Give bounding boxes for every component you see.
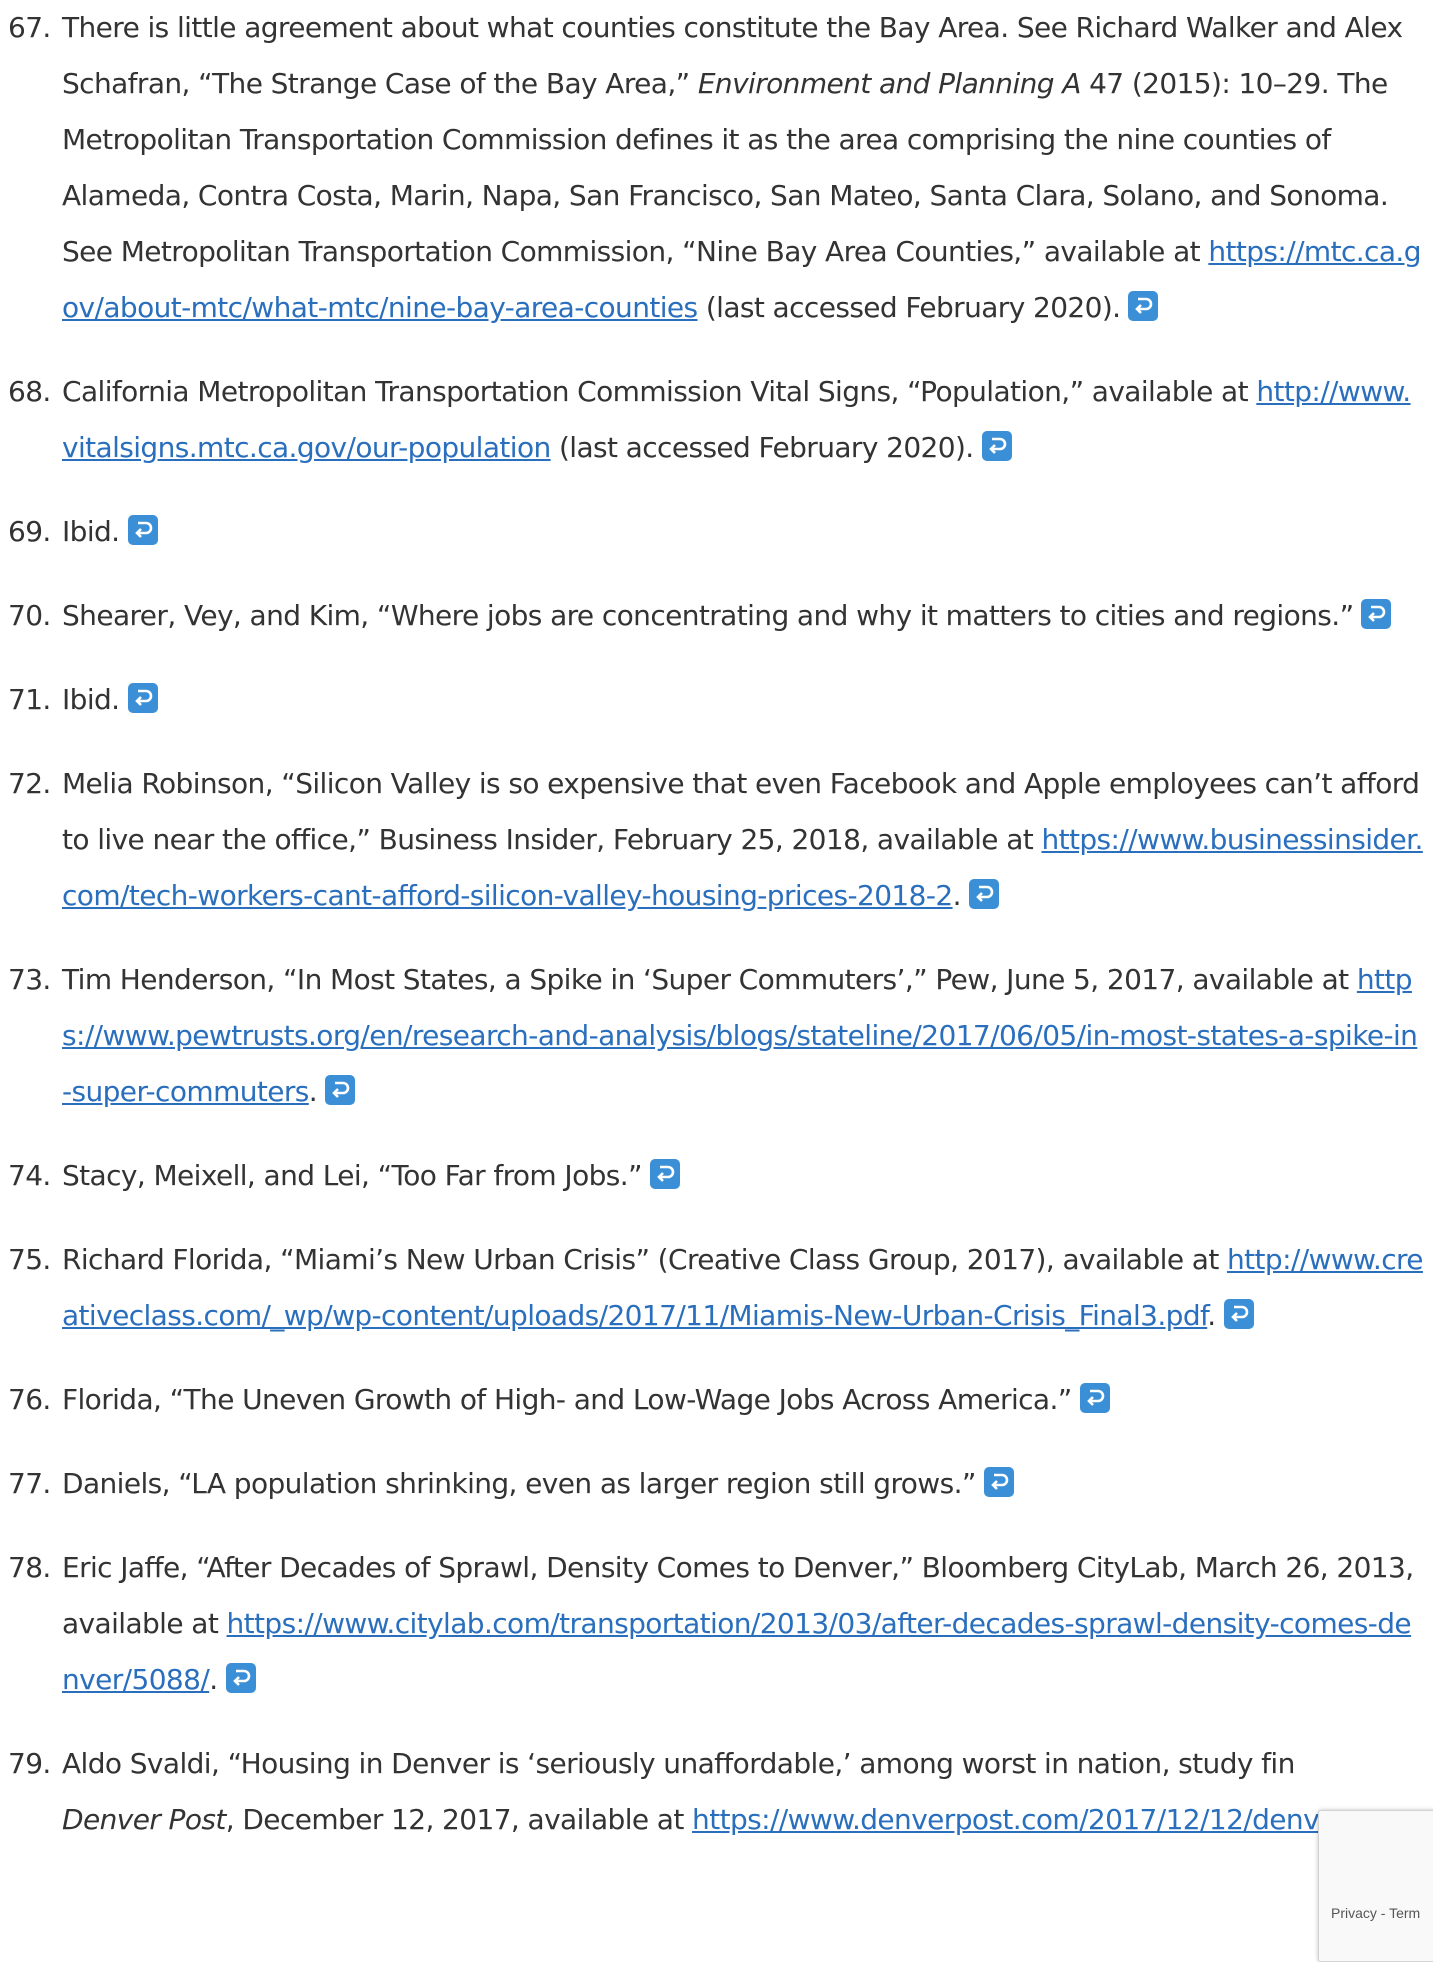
endnote-70: 70. Shearer, Vey, and Kim, “Where jobs ar…: [0, 588, 1433, 644]
endnote-number: 75.: [8, 1243, 51, 1276]
return-arrow-icon[interactable]: [127, 515, 158, 545]
endnote-text: .: [1207, 1299, 1216, 1332]
endnote-text: Shearer, Vey, and Kim, “Where jobs are c…: [62, 599, 1354, 632]
endnotes-list: 67. There is little agreement about what …: [0, 0, 1433, 1876]
endnote-link[interactable]: https://www.citylab.com/transportation/2…: [62, 1607, 1412, 1696]
endnote-text: Ibid.: [62, 683, 120, 716]
endnote-text: (last accessed February 2020).: [697, 291, 1121, 324]
endnote-75: 75. Richard Florida, “Miami’s New Urban C…: [0, 1232, 1433, 1344]
endnote-text: .: [209, 1663, 218, 1696]
return-arrow-icon[interactable]: [1128, 291, 1159, 321]
recaptcha-badge[interactable]: Privacy - Term: [1318, 1810, 1433, 1962]
endnote-71: 71. Ibid.: [0, 672, 1433, 728]
endnote-number: 68.: [8, 375, 51, 408]
endnote-number: 67.: [8, 11, 51, 44]
endnote-77: 77. Daniels, “LA population shrinking, ev…: [0, 1456, 1433, 1512]
endnote-link[interactable]: https://www.denverpost.com/2017/12/12/de…: [692, 1803, 1355, 1836]
endnote-number: 69.: [8, 515, 51, 548]
endnote-number: 72.: [8, 767, 51, 800]
endnote-text: .: [308, 1075, 318, 1108]
return-arrow-icon[interactable]: [1361, 599, 1392, 629]
endnote-text: Aldo Svaldi, “Housing in Denver is ‘seri…: [62, 1747, 1295, 1780]
endnote-text: .: [952, 879, 962, 912]
endnote-text: Ibid.: [62, 515, 120, 548]
return-arrow-icon[interactable]: [983, 1467, 1014, 1497]
return-arrow-icon[interactable]: [1079, 1383, 1110, 1413]
endnote-67: 67. There is little agreement about what …: [0, 0, 1433, 336]
endnote-72: 72. Melia Robinson, “Silicon Valley is so…: [0, 756, 1433, 924]
endnote-73: 73. Tim Henderson, “In Most States, a Spi…: [0, 952, 1433, 1120]
recaptcha-privacy-terms-links[interactable]: Privacy - Term: [1331, 1905, 1420, 1921]
endnote-68: 68. California Metropolitan Transportatio…: [0, 364, 1433, 476]
endnote-number: 73.: [8, 963, 51, 996]
return-arrow-icon[interactable]: [649, 1159, 680, 1189]
endnote-76: 76. Florida, “The Uneven Growth of High- …: [0, 1372, 1433, 1428]
endnote-text: California Metropolitan Transportation C…: [62, 375, 1257, 408]
return-arrow-icon[interactable]: [325, 1075, 356, 1105]
return-arrow-icon[interactable]: [1223, 1299, 1254, 1329]
endnote-text: Tim Henderson, “In Most States, a Spike …: [62, 963, 1357, 996]
newspaper-title: Denver Post: [62, 1803, 226, 1836]
endnote-text: (last accessed February 2020).: [550, 431, 974, 464]
endnote-78: 78. Eric Jaffe, “After Decades of Sprawl,…: [0, 1540, 1433, 1708]
return-arrow-icon[interactable]: [225, 1663, 256, 1693]
endnote-number: 77.: [8, 1467, 51, 1500]
endnote-number: 78.: [8, 1551, 51, 1584]
endnote-number: 76.: [8, 1383, 51, 1416]
journal-title: Environment and Planning A: [697, 67, 1082, 100]
return-arrow-icon[interactable]: [981, 431, 1012, 461]
endnote-text: Daniels, “LA population shrinking, even …: [62, 1467, 976, 1500]
endnote-number: 74.: [8, 1159, 51, 1192]
endnote-number: 71.: [8, 683, 51, 716]
return-arrow-icon[interactable]: [968, 879, 999, 909]
endnote-text: , December 12, 2017, available at: [225, 1803, 693, 1836]
endnote-text: Stacy, Meixell, and Lei, “Too Far from J…: [62, 1159, 643, 1192]
return-arrow-icon[interactable]: [127, 683, 158, 713]
endnote-number: 79.: [8, 1747, 51, 1780]
endnote-text: Florida, “The Uneven Growth of High- and…: [62, 1383, 1072, 1416]
endnote-79: 79. Aldo Svaldi, “Housing in Denver is ‘s…: [0, 1736, 1433, 1848]
endnote-number: 70.: [8, 599, 51, 632]
endnote-69: 69. Ibid.: [0, 504, 1433, 560]
endnote-text: Richard Florida, “Miami’s New Urban Cris…: [62, 1243, 1227, 1276]
endnote-74: 74. Stacy, Meixell, and Lei, “Too Far fro…: [0, 1148, 1433, 1204]
